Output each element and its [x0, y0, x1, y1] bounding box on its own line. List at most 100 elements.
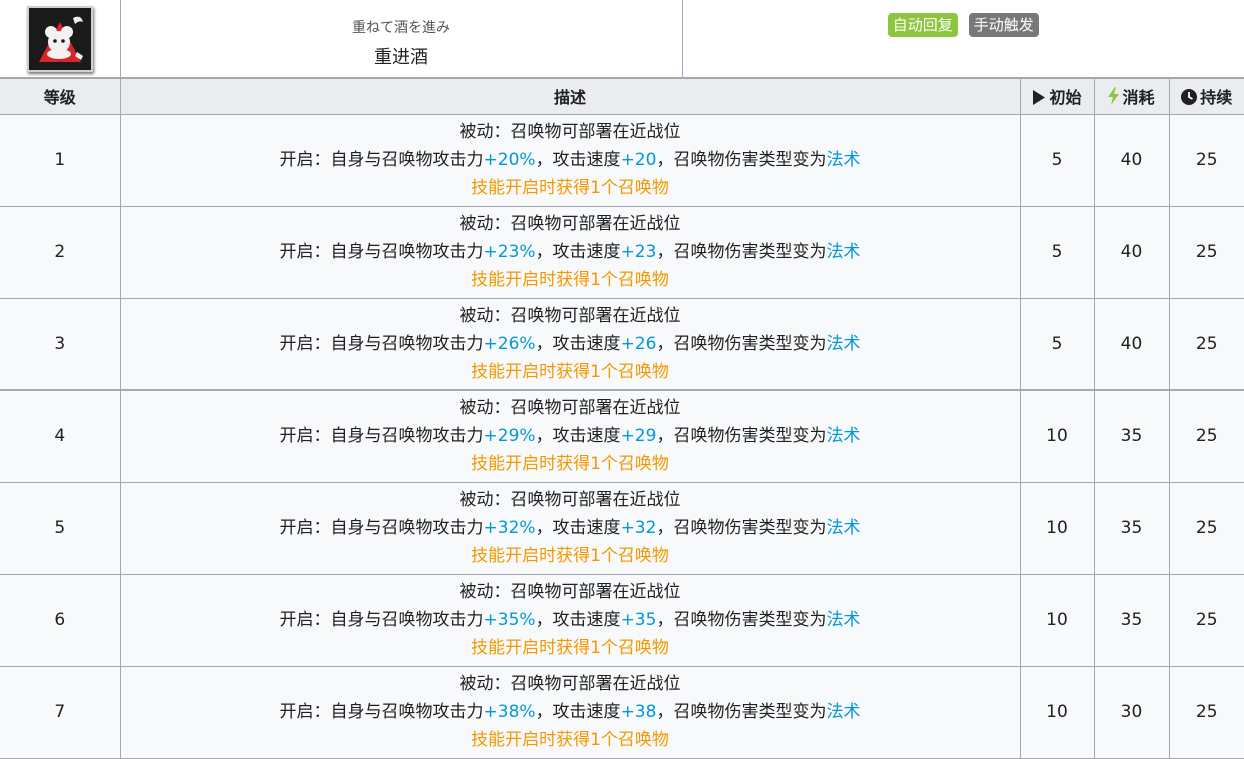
atk-value: +29% — [483, 426, 536, 447]
level-row-1: 1 被动：召唤物可部署在近战位 开启：自身与召唤物攻击力+20%，攻击速度+20… — [0, 113, 1244, 207]
desc-cell: 被动：召唤物可部署在近战位 开启：自身与召唤物攻击力+26%，攻击速度+26，召… — [119, 297, 1021, 391]
skill-header-row: 重ねて酒を進み 重进酒 自动回复 手动触发 — [0, 0, 1244, 79]
duration-cell: 25 — [1168, 665, 1244, 759]
level-cell: 7 — [0, 665, 121, 759]
col-duration-label: 持续 — [1200, 88, 1233, 108]
cost-cell: 35 — [1093, 573, 1170, 667]
init-cell: 5 — [1019, 205, 1095, 299]
level-cell: 6 — [0, 573, 121, 667]
passive-line: 被动：召唤物可部署在近战位 — [459, 305, 681, 326]
note-line: 技能开启时获得1个召唤物 — [471, 361, 669, 382]
duration-cell: 25 — [1168, 389, 1244, 483]
col-level: 等级 — [0, 77, 121, 115]
atk-value: +20% — [483, 150, 536, 170]
passive-line: 被动：召唤物可部署在近战位 — [459, 398, 681, 419]
aspd-value: +20 — [620, 150, 657, 170]
clock-icon — [1181, 89, 1198, 106]
atk-value: +23% — [483, 242, 536, 262]
open-line: 开启：自身与召唤物攻击力+29%，攻击速度+29，召唤物伤害类型变为法术 — [121, 422, 1020, 450]
open-prefix: 开启：自身与召唤物攻击力 — [279, 150, 484, 170]
damage-type: 法术 — [826, 426, 861, 447]
damage-type: 法术 — [826, 333, 861, 354]
desc-cell: 被动：召唤物可部署在近战位 开启：自身与召唤物攻击力+20%，攻击速度+20，召… — [119, 113, 1021, 207]
open-prefix: 开启：自身与召唤物攻击力 — [279, 702, 484, 722]
desc-cell: 被动：召唤物可部署在近战位 开启：自身与召唤物攻击力+32%，攻击速度+32，召… — [119, 481, 1021, 575]
cost-cell: 40 — [1093, 205, 1170, 299]
cost-cell: 35 — [1093, 481, 1170, 575]
open-prefix: 开启：自身与召唤物攻击力 — [279, 333, 484, 354]
open-suffix: ，召唤物伤害类型变为 — [656, 426, 827, 447]
aspd-value: +35 — [620, 610, 657, 630]
open-line: 开启：自身与召唤物攻击力+38%，攻击速度+38，召唤物伤害类型变为法术 — [121, 698, 1020, 726]
open-suffix: ，召唤物伤害类型变为 — [656, 702, 827, 722]
col-init-label: 初始 — [1049, 88, 1082, 108]
desc-cell: 被动：召唤物可部署在近战位 开启：自身与召唤物攻击力+29%，攻击速度+29，召… — [119, 389, 1021, 483]
cost-cell: 40 — [1093, 297, 1170, 391]
tag-auto-recovery: 自动回复 — [887, 12, 958, 37]
passive-line: 被动：召唤物可部署在近战位 — [459, 490, 681, 510]
damage-type: 法术 — [826, 610, 861, 630]
skill-tags-cell: 自动回复 手动触发 — [681, 0, 1244, 79]
level-cell: 5 — [0, 481, 121, 575]
col-duration: 持续 — [1168, 77, 1244, 115]
lightning-icon — [1108, 87, 1120, 106]
level-row-5: 5 被动：召唤物可部署在近战位 开启：自身与召唤物攻击力+32%，攻击速度+32… — [0, 481, 1244, 575]
level-row-2: 2 被动：召唤物可部署在近战位 开启：自身与召唤物攻击力+23%，攻击速度+23… — [0, 205, 1244, 299]
passive-line: 被动：召唤物可部署在近战位 — [459, 674, 681, 694]
init-cell: 5 — [1019, 113, 1095, 207]
open-prefix: 开启：自身与召唤物攻击力 — [279, 518, 484, 538]
desc-cell: 被动：召唤物可部署在近战位 开启：自身与召唤物攻击力+35%，攻击速度+35，召… — [119, 573, 1021, 667]
open-line: 开启：自身与召唤物攻击力+35%，攻击速度+35，召唤物伤害类型变为法术 — [121, 606, 1020, 634]
init-cell: 10 — [1019, 665, 1095, 759]
cost-cell: 40 — [1093, 113, 1170, 207]
col-cost-label: 消耗 — [1122, 88, 1155, 108]
note-line: 技能开启时获得1个召唤物 — [471, 454, 669, 475]
level-cell: 1 — [0, 113, 121, 207]
col-desc: 描述 — [119, 77, 1021, 115]
note-line: 技能开启时获得1个召唤物 — [471, 730, 669, 750]
column-header-row: 等级 描述 初始 消耗 持续 — [0, 77, 1244, 115]
damage-type: 法术 — [826, 242, 861, 262]
skill-name-cn: 重进酒 — [374, 46, 428, 68]
duration-cell: 25 — [1168, 573, 1244, 667]
level-cell: 4 — [0, 389, 121, 483]
cost-cell: 30 — [1093, 665, 1170, 759]
note-line: 技能开启时获得1个召唤物 — [471, 270, 669, 290]
init-cell: 10 — [1019, 389, 1095, 483]
duration-cell: 25 — [1168, 205, 1244, 299]
level-cell: 2 — [0, 205, 121, 299]
init-cell: 5 — [1019, 297, 1095, 391]
open-mid: ，攻击速度 — [535, 242, 621, 262]
skill-icon — [26, 5, 93, 72]
open-mid: ，攻击速度 — [535, 702, 621, 722]
atk-value: +32% — [483, 518, 536, 538]
col-cost: 消耗 — [1093, 77, 1170, 115]
atk-value: +38% — [483, 702, 536, 722]
aspd-value: +26 — [620, 333, 657, 354]
atk-value: +35% — [483, 610, 536, 630]
open-mid: ，攻击速度 — [535, 610, 621, 630]
desc-cell: 被动：召唤物可部署在近战位 开启：自身与召唤物攻击力+38%，攻击速度+38，召… — [119, 665, 1021, 759]
open-mid: ，攻击速度 — [535, 426, 621, 447]
duration-cell: 25 — [1168, 297, 1244, 391]
col-init: 初始 — [1019, 77, 1095, 115]
open-prefix: 开启：自身与召唤物攻击力 — [279, 242, 484, 262]
open-line: 开启：自身与召唤物攻击力+20%，攻击速度+20，召唤物伤害类型变为法术 — [121, 146, 1020, 174]
cost-cell: 35 — [1093, 389, 1170, 483]
play-icon — [1033, 90, 1046, 106]
passive-line: 被动：召唤物可部署在近战位 — [459, 582, 681, 602]
aspd-value: +32 — [620, 518, 657, 538]
duration-cell: 25 — [1168, 481, 1244, 575]
open-prefix: 开启：自身与召唤物攻击力 — [279, 610, 484, 630]
open-line: 开启：自身与召唤物攻击力+23%，攻击速度+23，召唤物伤害类型变为法术 — [121, 238, 1020, 266]
open-mid: ，攻击速度 — [535, 333, 621, 354]
duration-cell: 25 — [1168, 113, 1244, 207]
damage-type: 法术 — [826, 702, 861, 722]
open-prefix: 开启：自身与召唤物攻击力 — [279, 426, 484, 447]
tag-manual-trigger: 手动触发 — [968, 12, 1039, 37]
skill-name-jp: 重ねて酒を進み — [352, 19, 450, 36]
aspd-value: +38 — [620, 702, 657, 722]
level-row-6: 6 被动：召唤物可部署在近战位 开启：自身与召唤物攻击力+35%，攻击速度+35… — [0, 573, 1244, 667]
skill-name-cell: 重ねて酒を進み 重进酒 — [119, 0, 683, 79]
skill-icon-cell — [0, 0, 121, 79]
